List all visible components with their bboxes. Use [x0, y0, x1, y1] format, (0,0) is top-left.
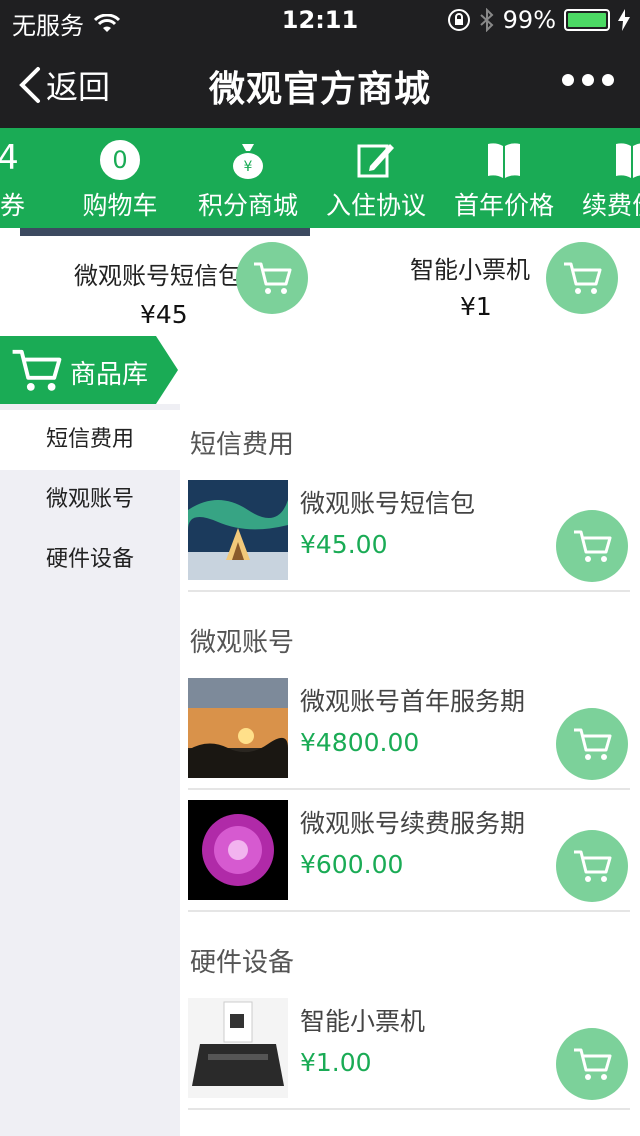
cart-icon: [574, 728, 612, 760]
section-title: 短信费用: [190, 430, 295, 460]
product-item[interactable]: 微观账号短信包 ¥45.00: [188, 480, 630, 592]
tab-label: 首年价格: [453, 191, 554, 220]
page-title: 微观官方商城: [208, 69, 431, 110]
add-to-cart-button[interactable]: [556, 708, 628, 780]
featured-product-price: ¥45: [140, 300, 188, 329]
dot-icon: [562, 74, 574, 86]
battery-percent: 99%: [502, 6, 556, 34]
dot-icon: [582, 74, 594, 86]
product-library-banner: 商品库: [0, 336, 178, 404]
tab-label: 票券: [0, 191, 25, 220]
tab-label: 续费价格: [582, 191, 640, 220]
featured-product[interactable]: 微观账号短信包 ¥45: [0, 238, 320, 334]
receipt-printer-image: [188, 998, 288, 1098]
book-icon: [616, 143, 640, 178]
bluetooth-icon: [479, 8, 494, 32]
sunset-image: [188, 678, 288, 778]
more-options-button[interactable]: [562, 74, 614, 86]
product-name: 智能小票机: [300, 1007, 426, 1036]
cart-count-icon: 0: [100, 140, 140, 180]
purple-flower-image: [188, 800, 288, 900]
featured-product-name: 智能小票机: [410, 256, 530, 284]
rotation-lock-icon: [447, 9, 470, 31]
cart-icon: [574, 1048, 612, 1080]
add-to-cart-button[interactable]: [556, 510, 628, 582]
cart-icon: [254, 262, 292, 294]
add-to-cart-button[interactable]: [546, 242, 618, 314]
product-item[interactable]: 微观账号首年服务期 ¥4800.00: [188, 678, 630, 790]
featured-product-name: 微观账号短信包: [74, 262, 242, 290]
dot-icon: [602, 74, 614, 86]
battery-icon: [564, 9, 610, 31]
sidebar-item-account[interactable]: 微观账号: [0, 470, 180, 530]
tab-label: 积分商城: [197, 191, 298, 220]
product-item[interactable]: 微观账号续费服务期 ¥600.00: [188, 800, 630, 912]
add-to-cart-button[interactable]: [556, 830, 628, 902]
product-name: 微观账号短信包: [300, 489, 476, 518]
cart-icon: [574, 530, 612, 562]
sidebar-item-hardware[interactable]: 硬件设备: [0, 530, 180, 590]
tab-agreement[interactable]: 入住协议: [312, 128, 440, 228]
tab-cart[interactable]: 0 购物车: [56, 128, 184, 228]
svg-text:¥: ¥: [244, 159, 253, 175]
section-title: 硬件设备: [190, 948, 295, 978]
featured-image-edge: [20, 228, 310, 236]
cart-count: 0: [112, 146, 128, 174]
product-price: ¥1.00: [300, 1048, 372, 1077]
featured-product-price: ¥1: [460, 292, 492, 321]
tab-renewal-price[interactable]: 续费价格: [568, 128, 640, 228]
tab-tickets[interactable]: 4 票券: [0, 128, 64, 228]
status-bar: 无服务 12:11 99%: [0, 0, 640, 40]
product-price: ¥4800.00: [300, 728, 420, 757]
ticket-count-icon: 4: [0, 138, 19, 178]
product-name: 微观账号首年服务期: [300, 687, 526, 716]
nav-bar: 返回 微观官方商城: [0, 40, 640, 128]
money-bag-icon: ¥: [233, 144, 263, 179]
charging-icon: [618, 9, 630, 31]
featured-product[interactable]: 智能小票机 ¥1: [320, 238, 640, 334]
cart-icon: [574, 850, 612, 882]
category-sidebar: 短信费用 微观账号 硬件设备: [0, 404, 180, 1136]
edit-icon: [357, 144, 394, 178]
tab-points-mall[interactable]: ¥ 积分商城: [184, 128, 312, 228]
tab-label: 入住协议: [325, 191, 426, 220]
product-price: ¥600.00: [300, 850, 404, 879]
aurora-tent-image: [188, 480, 288, 580]
product-price: ¥45.00: [300, 530, 388, 559]
product-item[interactable]: 智能小票机 ¥1.00: [188, 998, 630, 1110]
add-to-cart-button[interactable]: [556, 1028, 628, 1100]
section-title: 微观账号: [190, 628, 295, 658]
cart-icon: [12, 349, 62, 391]
tab-label: 购物车: [82, 191, 158, 220]
tab-first-year-price[interactable]: 首年价格: [440, 128, 568, 228]
category-tab-bar: 4 票券 0 购物车 ¥ 积分商城 入住协议 首年价格: [0, 128, 640, 228]
book-icon: [488, 143, 520, 178]
sidebar-item-sms[interactable]: 短信费用: [0, 410, 180, 470]
banner-label: 商品库: [70, 360, 149, 390]
add-to-cart-button[interactable]: [236, 242, 308, 314]
product-name: 微观账号续费服务期: [300, 809, 526, 838]
cart-icon: [564, 262, 602, 294]
